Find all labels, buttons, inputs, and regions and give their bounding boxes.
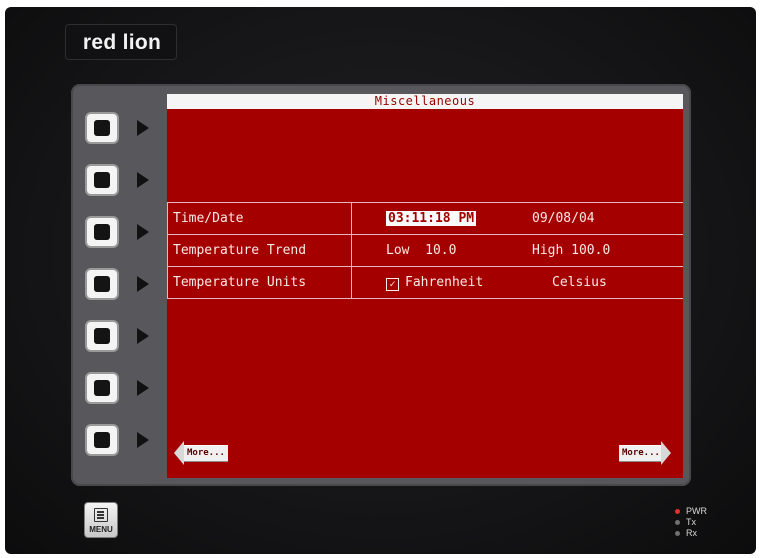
arrow-right-icon [137,120,149,136]
softkey-4[interactable] [85,268,119,300]
time-value[interactable]: 03:11:18 PM [386,211,477,226]
softkey-6[interactable] [85,372,119,404]
arrow-right-icon [137,224,149,240]
settings-table: Time/Date 03:11:18 PM 09/08/04 Temperatu… [167,202,683,299]
table-row: Temperature Trend Low 10.0 High 100.0 [167,234,683,267]
date-value[interactable]: 09/08/04 [532,211,595,226]
menu-label: MENU [89,525,113,534]
softkey-7[interactable] [85,424,119,456]
lcd-screen: Miscellaneous Time/Date 03:11:18 PM 09/0… [167,94,683,478]
more-right-label: More... [619,445,663,462]
trend-low-value[interactable]: Low 10.0 [386,243,456,258]
softkey-3[interactable] [85,216,119,248]
checkbox-checked-icon[interactable]: ✓ [386,278,399,291]
arrow-right-icon [661,441,671,465]
led-indicator-icon [675,509,680,514]
arrow-right-icon [137,432,149,448]
fahrenheit-option[interactable]: ✓ Fahrenheit [386,275,483,291]
row-values: ✓ Fahrenheit Celsius [351,266,683,299]
led-label: PWR [686,506,707,516]
softkey-2[interactable] [85,164,119,196]
menu-icon [94,508,108,522]
led-indicator-icon [675,520,680,525]
softkey-5[interactable] [85,320,119,352]
more-left-label: More... [184,445,228,462]
arrow-right-icon [137,276,149,292]
led-label: Tx [686,517,696,527]
arrow-right-icon [137,172,149,188]
brand-logo: red lion [65,24,177,60]
led-indicator-icon [675,531,680,536]
celsius-option[interactable]: Celsius [552,275,607,290]
row-label: Temperature Trend [167,234,352,267]
logo-text: red lion [82,31,162,54]
menu-button[interactable]: MENU [84,502,118,538]
row-label: Temperature Units [167,266,352,299]
arrow-left-icon [174,441,184,465]
softkey-1[interactable] [85,112,119,144]
arrow-right-icon [137,380,149,396]
arrow-right-icon [137,328,149,344]
fahrenheit-label: Fahrenheit [405,275,484,290]
trend-high-value[interactable]: High 100.0 [532,243,610,258]
table-row: Time/Date 03:11:18 PM 09/08/04 [167,202,683,235]
more-left-button[interactable]: More... [174,441,228,465]
row-values: Low 10.0 High 100.0 [351,234,683,267]
row-label: Time/Date [167,202,352,235]
led-label: Rx [686,528,697,538]
row-values: 03:11:18 PM 09/08/04 [351,202,683,235]
table-row: Temperature Units ✓ Fahrenheit Celsius [167,266,683,299]
more-right-button[interactable]: More... [619,441,671,465]
screen-title: Miscellaneous [167,94,683,109]
